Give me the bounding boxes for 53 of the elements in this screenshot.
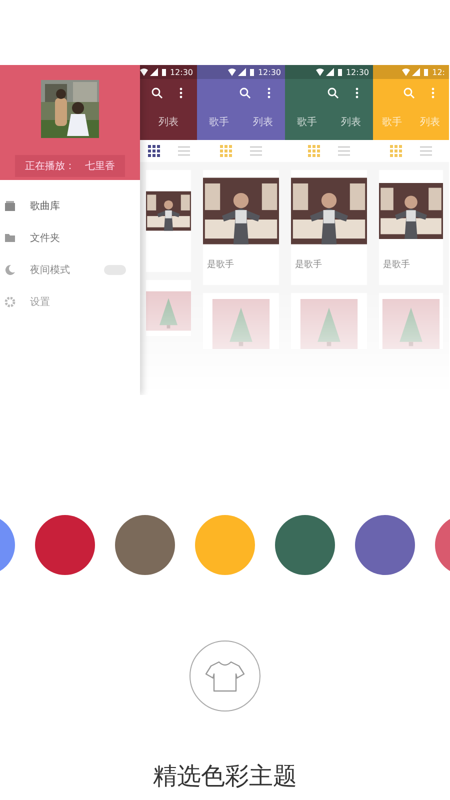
wifi-icon bbox=[140, 68, 148, 76]
tab[interactable]: 歌手 bbox=[297, 115, 317, 129]
album-card[interactable]: 是歌手 bbox=[291, 170, 367, 285]
battery-icon bbox=[422, 68, 430, 76]
status-time: 12:30 bbox=[346, 68, 369, 76]
drawer-item-label: 歌曲库 bbox=[30, 200, 61, 213]
signal-icon bbox=[150, 68, 158, 76]
signal-icon bbox=[238, 68, 246, 76]
list-view-icon[interactable] bbox=[250, 145, 262, 157]
drawer-item-label: 文件夹 bbox=[30, 232, 61, 245]
status-time: 12:30 bbox=[258, 68, 281, 76]
album-title: 是歌手 bbox=[294, 258, 323, 272]
library-icon bbox=[4, 200, 16, 212]
signal-icon bbox=[326, 68, 334, 76]
search-icon[interactable] bbox=[239, 87, 251, 99]
list-view-icon[interactable] bbox=[420, 145, 432, 157]
status-time: 12: bbox=[432, 68, 445, 76]
album-card[interactable]: 是歌手 bbox=[379, 170, 443, 285]
page-title: 精选色彩主题 bbox=[152, 761, 298, 792]
album-card[interactable]: 是歌手 bbox=[203, 170, 279, 285]
album-title: 是歌手 bbox=[382, 258, 411, 272]
list-view-icon[interactable] bbox=[338, 145, 350, 157]
battery-icon bbox=[336, 68, 344, 76]
song-title: 七里香 bbox=[85, 160, 115, 173]
signal-icon bbox=[412, 68, 420, 76]
drawer-item-label: 设置 bbox=[30, 296, 51, 309]
tab[interactable]: 歌手 bbox=[209, 115, 229, 129]
drawer-item[interactable]: 文件夹 bbox=[0, 222, 140, 254]
shirt-icon bbox=[189, 640, 261, 712]
drawer-item[interactable]: 夜间模式 bbox=[0, 254, 140, 286]
tab[interactable]: 列表 bbox=[253, 115, 273, 129]
drawer-item-label: 夜间模式 bbox=[30, 264, 71, 277]
tab[interactable]: 列表 bbox=[158, 115, 178, 129]
list-view-icon[interactable] bbox=[178, 145, 190, 157]
moon-icon bbox=[4, 264, 16, 276]
grid-view-icon[interactable] bbox=[148, 145, 160, 157]
search-icon[interactable] bbox=[327, 87, 339, 99]
folder-icon bbox=[4, 232, 16, 244]
settings-icon bbox=[4, 296, 16, 308]
album-title: 是歌手 bbox=[206, 258, 235, 272]
wifi-icon bbox=[316, 68, 324, 76]
status-time: 12:30 bbox=[170, 68, 193, 76]
now-playing-label: 正在播放： bbox=[25, 160, 75, 173]
wifi-icon bbox=[402, 68, 410, 76]
album-card[interactable] bbox=[146, 170, 191, 272]
battery-icon bbox=[248, 68, 256, 76]
toggle-switch[interactable] bbox=[104, 265, 126, 275]
wifi-icon bbox=[228, 68, 236, 76]
drawer-item[interactable]: 设置 bbox=[0, 286, 140, 318]
search-icon[interactable] bbox=[151, 87, 163, 99]
battery-icon bbox=[160, 68, 168, 76]
tab[interactable]: 列表 bbox=[341, 115, 361, 129]
drawer-item[interactable]: 歌曲库 bbox=[0, 190, 140, 222]
